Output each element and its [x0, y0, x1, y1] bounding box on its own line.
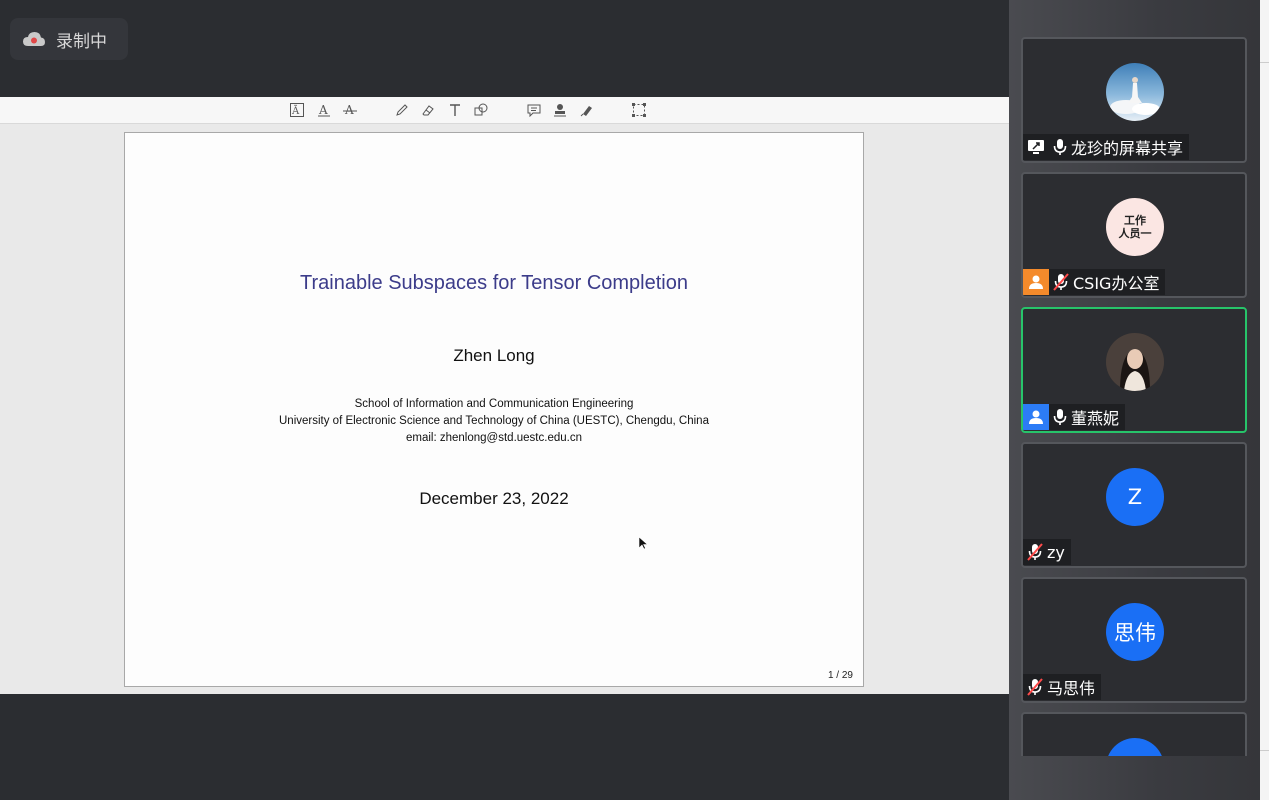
- participant-tile[interactable]: Z zy: [1021, 442, 1247, 568]
- author-email: email: zhenlong@std.uestc.edu.cn: [406, 432, 582, 444]
- svg-text:A: A: [318, 103, 328, 117]
- avatar: Z: [1106, 468, 1164, 526]
- text-style-icon[interactable]: Ā: [289, 102, 305, 118]
- shapes-icon[interactable]: [473, 102, 489, 118]
- annotation-toolbar: Ā A A: [0, 97, 1009, 124]
- stamp-icon[interactable]: [552, 102, 568, 118]
- screen-share-icon: [1023, 134, 1049, 160]
- microphone-muted-icon: [1027, 543, 1043, 561]
- participant-name: zy: [1047, 542, 1065, 562]
- page-number: 1 / 29: [827, 670, 853, 681]
- avatar-text: 工作 人员一: [1118, 214, 1152, 240]
- avatar: [1106, 333, 1164, 391]
- recording-indicator[interactable]: 录制中: [10, 18, 128, 60]
- highlighter-icon[interactable]: [579, 102, 595, 118]
- presentation-slide: Trainable Subspaces for Tensor Completio…: [124, 132, 864, 687]
- eraser-icon[interactable]: [420, 102, 436, 118]
- participant-name: 董燕妮: [1071, 409, 1120, 428]
- pen-icon[interactable]: [394, 102, 410, 118]
- microphone-icon: [1053, 138, 1067, 156]
- select-region-icon[interactable]: [631, 102, 647, 118]
- microphone-muted-icon: [1053, 273, 1069, 291]
- participant-nametag: 董燕妮: [1023, 403, 1126, 431]
- window-edge: [1260, 0, 1269, 800]
- svg-text:Ā: Ā: [291, 105, 300, 117]
- participant-name: 龙珍的屏幕共享: [1071, 139, 1184, 158]
- microphone-muted-icon: [1027, 678, 1043, 696]
- comment-icon[interactable]: [526, 102, 542, 118]
- affiliation-line-1: School of Information and Communication …: [354, 398, 634, 410]
- recording-label: 录制中: [56, 31, 107, 52]
- shared-screen: Ā A A Trainable Subspaces for Tensor Com…: [0, 97, 1009, 694]
- participant-name: 马思伟: [1047, 679, 1096, 698]
- avatar: [1106, 63, 1164, 121]
- participant-tile[interactable]: 思伟 马思伟: [1021, 577, 1247, 703]
- microphone-icon: [1053, 408, 1067, 426]
- person-icon: [1023, 269, 1049, 295]
- person-icon: [1023, 404, 1049, 430]
- cloud-record-icon: [22, 30, 46, 48]
- participant-name: CSIG办公室: [1073, 274, 1160, 293]
- text-tool-icon[interactable]: [447, 102, 463, 118]
- font-a-icon[interactable]: A: [316, 102, 332, 118]
- participant-nametag: 龙珍的屏幕共享: [1023, 133, 1190, 161]
- participant-nametag: CSIG办公室: [1023, 268, 1166, 296]
- strikethrough-a-icon[interactable]: A: [342, 102, 358, 118]
- affiliation-line-2: University of Electronic Science and Tec…: [279, 415, 709, 427]
- svg-text:A: A: [344, 103, 354, 117]
- participant-nametag: zy: [1023, 538, 1071, 566]
- slide-author: Zhen Long: [453, 346, 535, 365]
- avatar: [1106, 738, 1164, 756]
- participant-tile-active[interactable]: 董燕妮: [1021, 307, 1247, 433]
- participant-tile[interactable]: 龙珍的屏幕共享: [1021, 37, 1247, 163]
- avatar: 工作 人员一: [1106, 198, 1164, 256]
- participant-nametag: 马思伟: [1023, 673, 1102, 701]
- slide-title: Trainable Subspaces for Tensor Completio…: [300, 272, 688, 294]
- slide-date: December 23, 2022: [419, 489, 569, 508]
- avatar: 思伟: [1106, 603, 1164, 661]
- participant-tile-partial[interactable]: [1021, 712, 1247, 756]
- mouse-cursor-icon: [638, 535, 649, 554]
- participant-tile[interactable]: 工作 人员一 CSIG办公室: [1021, 172, 1247, 298]
